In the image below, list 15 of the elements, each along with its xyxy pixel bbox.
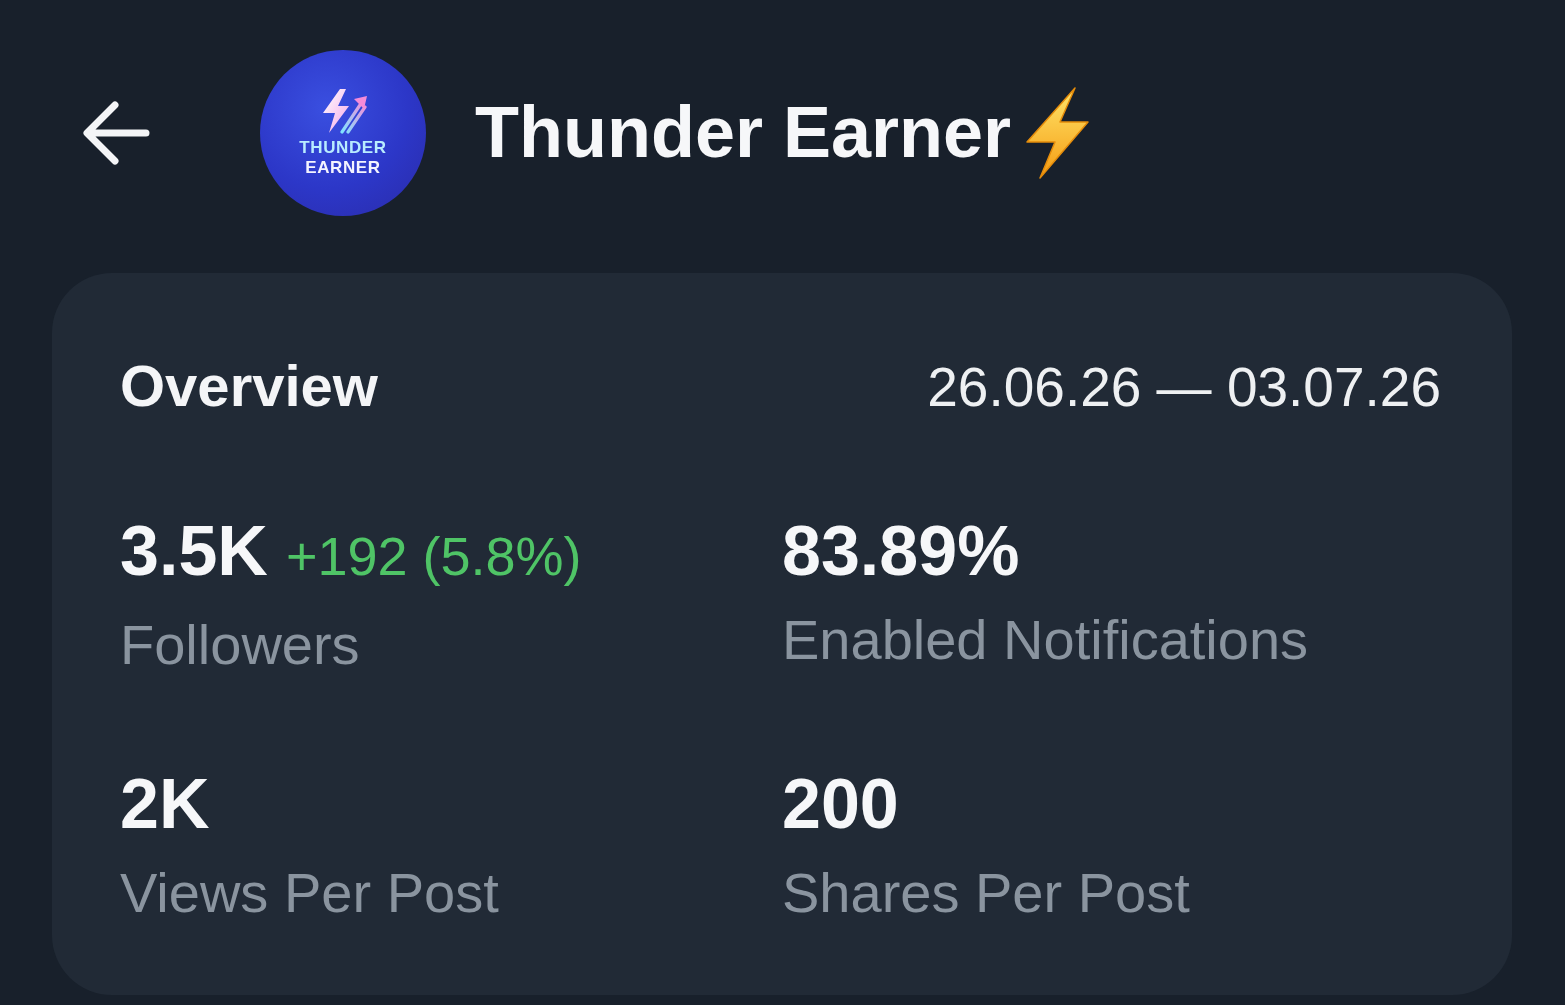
lightning-icon (1023, 87, 1092, 179)
date-range: 26.06.26 — 03.07.26 (927, 355, 1441, 420)
logo-text: THUNDER EARNER (299, 138, 387, 178)
stat-value: 3.5K (120, 511, 268, 591)
stat-label: Followers (120, 612, 360, 678)
stat-change: +192 (5.8%) (285, 525, 582, 588)
stat-label: Shares Per Post (782, 860, 1190, 926)
stat-label: Enabled Notifications (782, 607, 1309, 673)
stat-value: 200 (782, 764, 899, 844)
back-arrow-icon (82, 100, 150, 166)
channel-title: Thunder Earner (475, 93, 1012, 173)
overview-title: Overview (120, 352, 378, 420)
stat-value: 2K (120, 764, 210, 844)
stat-label: Views Per Post (120, 860, 499, 926)
stat-value: 83.89% (782, 511, 1020, 591)
